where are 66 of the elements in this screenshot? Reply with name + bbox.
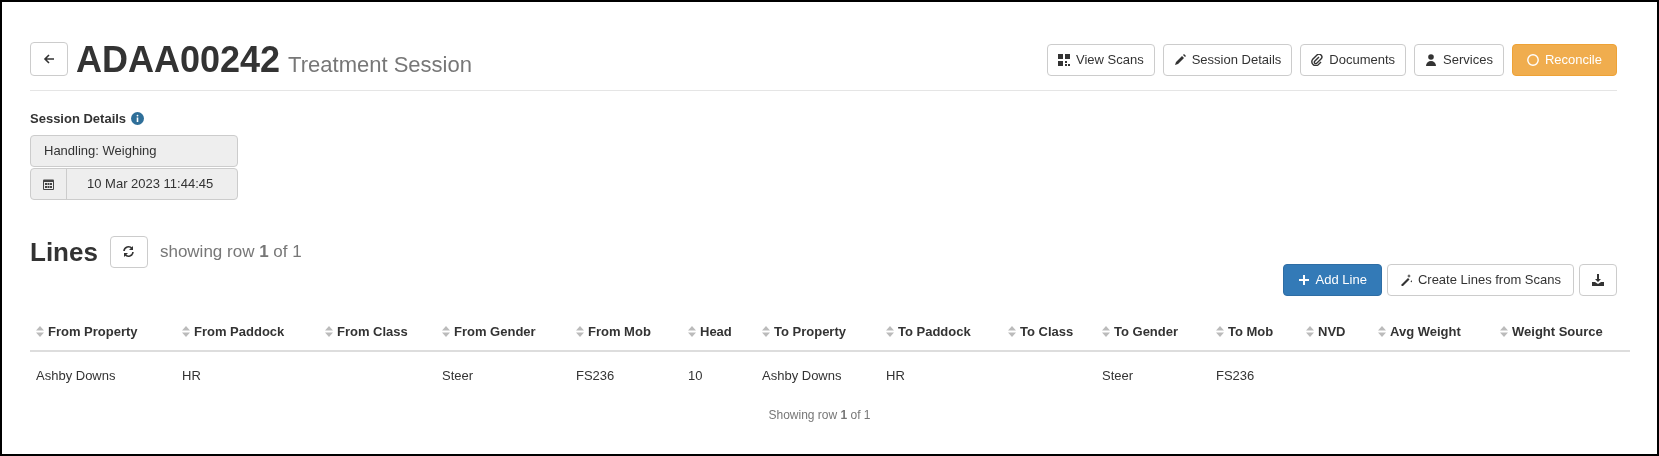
table-cell: 10 <box>682 351 756 400</box>
back-arrow-icon <box>43 53 55 65</box>
row-count-text: showing row 1 of 1 <box>159 240 302 263</box>
pencil-icon <box>1173 54 1186 66</box>
create-lines-button[interactable]: Create Lines from Scans <box>1386 263 1574 296</box>
column-header[interactable]: To Class <box>1002 313 1096 352</box>
sort-icon <box>688 325 696 337</box>
column-header[interactable]: From Paddock <box>176 313 319 352</box>
column-header[interactable]: Head <box>682 313 756 352</box>
sort-icon <box>1500 325 1508 337</box>
sort-icon <box>1102 325 1110 337</box>
table-cell: Ashby Downs <box>756 351 880 400</box>
sort-icon <box>886 325 894 337</box>
calendar-icon <box>43 177 54 190</box>
sort-icon <box>182 325 190 337</box>
section-label: Session Details <box>30 110 127 128</box>
column-header[interactable]: To Gender <box>1096 313 1210 352</box>
column-header[interactable]: Weight Source <box>1494 313 1630 352</box>
column-header[interactable]: To Mob <box>1210 313 1300 352</box>
person-icon <box>1425 54 1438 66</box>
page-subtitle: Treatment Session <box>288 54 472 76</box>
circle-icon <box>1526 54 1539 66</box>
column-header[interactable]: From Class <box>319 313 436 352</box>
column-header[interactable]: To Paddock <box>880 313 1002 352</box>
table-cell: Steer <box>436 351 570 400</box>
column-header[interactable]: Avg Weight <box>1372 313 1494 352</box>
paperclip-icon <box>1311 54 1324 66</box>
sort-icon <box>1216 325 1224 337</box>
sort-icon <box>442 325 450 337</box>
action-button[interactable]: View Scans <box>1047 44 1155 76</box>
sort-icon <box>762 325 770 337</box>
column-header[interactable]: From Gender <box>436 313 570 352</box>
sort-icon <box>1378 325 1386 337</box>
add-line-button[interactable]: Add Line <box>1282 263 1382 296</box>
date-value: 10 Mar 2023 11:44:45 <box>86 174 214 193</box>
table-footer-text: Showing row 1 of 1 <box>768 406 871 424</box>
magic-wand-icon <box>1399 273 1412 286</box>
refresh-button[interactable] <box>109 235 148 268</box>
table-cell: FS236 <box>570 351 682 400</box>
column-header[interactable]: From Mob <box>570 313 682 352</box>
sort-icon <box>576 325 584 337</box>
table-cell: Steer <box>1096 351 1210 400</box>
action-button[interactable]: Session Details <box>1162 44 1293 76</box>
table-cell: Ashby Downs <box>30 351 176 400</box>
sort-icon <box>1306 325 1314 337</box>
column-header[interactable]: To Property <box>756 313 880 352</box>
action-button[interactable]: Documents <box>1300 44 1407 76</box>
column-header[interactable]: NVD <box>1300 313 1372 352</box>
action-button[interactable]: Services <box>1414 44 1504 76</box>
session-code: ADAA00242 <box>76 42 281 78</box>
back-button[interactable] <box>30 42 68 76</box>
download-button[interactable] <box>1579 263 1617 296</box>
table-cell: FS236 <box>1210 351 1300 400</box>
table-cell: HR <box>880 351 1002 400</box>
info-icon <box>131 112 145 126</box>
plus-icon <box>1297 273 1310 286</box>
sort-icon <box>1008 325 1016 337</box>
refresh-icon <box>122 245 136 258</box>
column-header[interactable]: From Property <box>30 313 176 352</box>
sort-icon <box>325 325 333 337</box>
section-title: Lines <box>30 238 98 265</box>
sort-icon <box>36 325 44 337</box>
handling-field: Handling: Weighing <box>30 134 238 167</box>
download-icon <box>1592 273 1604 286</box>
table-cell: HR <box>176 351 319 400</box>
qr-code-icon <box>1058 54 1070 66</box>
